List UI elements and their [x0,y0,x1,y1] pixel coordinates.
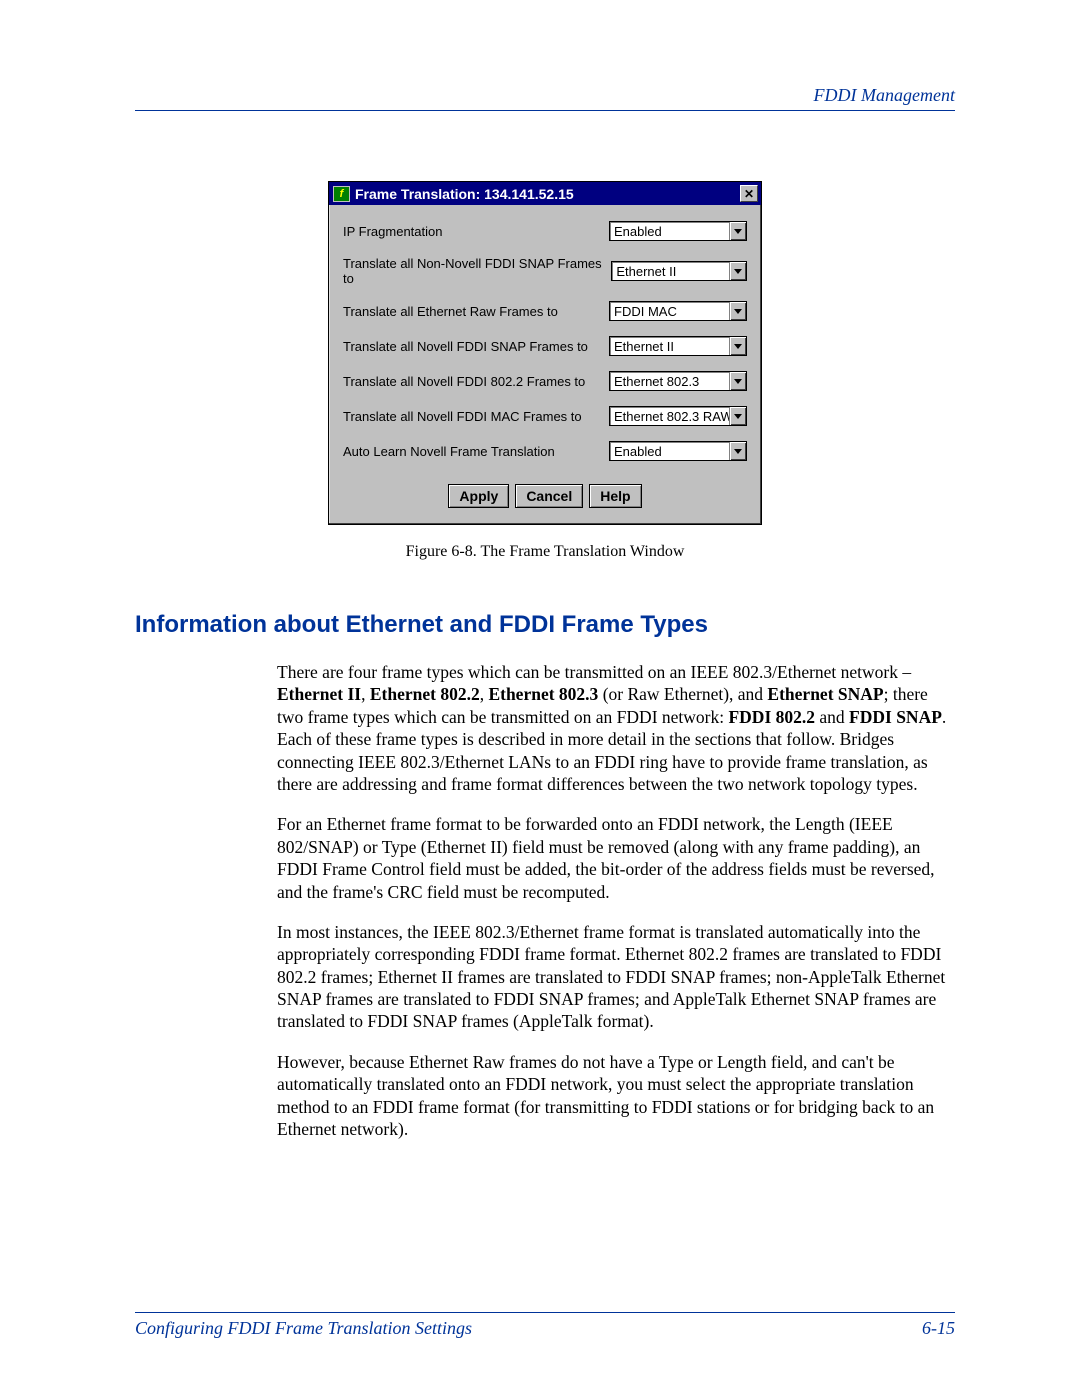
footer-rule [135,1312,955,1313]
chevron-down-icon[interactable] [729,262,746,280]
ip-fragmentation-dropdown[interactable]: Enabled [609,221,747,241]
novell-8022-label: Translate all Novell FDDI 802.2 Frames t… [343,374,585,389]
dropdown-value: Enabled [610,222,729,240]
dialog-title: Frame Translation: 134.141.52.15 [355,186,574,202]
close-icon[interactable]: ✕ [740,185,758,202]
paragraph-1: There are four frame types which can be … [277,661,955,795]
form-row: Translate all Novell FDDI MAC Frames to … [343,406,747,426]
page-footer: Configuring FDDI Frame Translation Setti… [135,1312,955,1339]
form-row: Translate all Non-Novell FDDI SNAP Frame… [343,256,747,286]
dropdown-value: Ethernet II [612,262,729,280]
form-row: IP Fragmentation Enabled [343,221,747,241]
form-row: Auto Learn Novell Frame Translation Enab… [343,441,747,461]
form-row: Translate all Novell FDDI SNAP Frames to… [343,336,747,356]
dropdown-value: Ethernet II [610,337,729,355]
cancel-button[interactable]: Cancel [515,484,583,508]
chevron-down-icon[interactable] [729,222,746,240]
page-number: 6-15 [922,1318,955,1339]
novell-mac-label: Translate all Novell FDDI MAC Frames to [343,409,582,424]
dropdown-value: Ethernet 802.3 [610,372,729,390]
dropdown-value: FDDI MAC [610,302,729,320]
novell-8022-dropdown[interactable]: Ethernet 802.3 [609,371,747,391]
dialog-titlebar: f Frame Translation: 134.141.52.15 ✕ [329,182,761,205]
body-text: There are four frame types which can be … [277,661,955,1140]
dialog-button-row: Apply Cancel Help [343,476,747,518]
auto-learn-label: Auto Learn Novell Frame Translation [343,444,555,459]
non-novell-snap-dropdown[interactable]: Ethernet II [611,261,747,281]
novell-snap-label: Translate all Novell FDDI SNAP Frames to [343,339,588,354]
footer-left: Configuring FDDI Frame Translation Setti… [135,1318,472,1339]
ip-fragmentation-label: IP Fragmentation [343,224,442,239]
help-button[interactable]: Help [589,484,641,508]
apply-button[interactable]: Apply [448,484,509,508]
header-rule [135,110,955,111]
dropdown-value: Enabled [610,442,729,460]
page-header-right: FDDI Management [135,85,955,106]
chevron-down-icon[interactable] [729,407,746,425]
form-row: Translate all Novell FDDI 802.2 Frames t… [343,371,747,391]
non-novell-snap-label: Translate all Non-Novell FDDI SNAP Frame… [343,256,611,286]
frame-translation-dialog: f Frame Translation: 134.141.52.15 ✕ IP … [328,181,762,525]
app-icon: f [333,186,350,202]
chevron-down-icon[interactable] [729,302,746,320]
form-row: Translate all Ethernet Raw Frames to FDD… [343,301,747,321]
chevron-down-icon[interactable] [729,337,746,355]
novell-snap-dropdown[interactable]: Ethernet II [609,336,747,356]
auto-learn-dropdown[interactable]: Enabled [609,441,747,461]
ethernet-raw-dropdown[interactable]: FDDI MAC [609,301,747,321]
section-heading: Information about Ethernet and FDDI Fram… [135,611,955,639]
paragraph-2: For an Ethernet frame format to be forwa… [277,813,955,903]
paragraph-4: However, because Ethernet Raw frames do … [277,1051,955,1141]
figure-caption: Figure 6-8. The Frame Translation Window [135,543,955,561]
chevron-down-icon[interactable] [729,372,746,390]
ethernet-raw-label: Translate all Ethernet Raw Frames to [343,304,558,319]
dropdown-value: Ethernet 802.3 RAW [610,407,729,425]
paragraph-3: In most instances, the IEEE 802.3/Ethern… [277,921,955,1033]
novell-mac-dropdown[interactable]: Ethernet 802.3 RAW [609,406,747,426]
chevron-down-icon[interactable] [729,442,746,460]
dialog-body: IP Fragmentation Enabled Translate all N… [329,205,761,524]
